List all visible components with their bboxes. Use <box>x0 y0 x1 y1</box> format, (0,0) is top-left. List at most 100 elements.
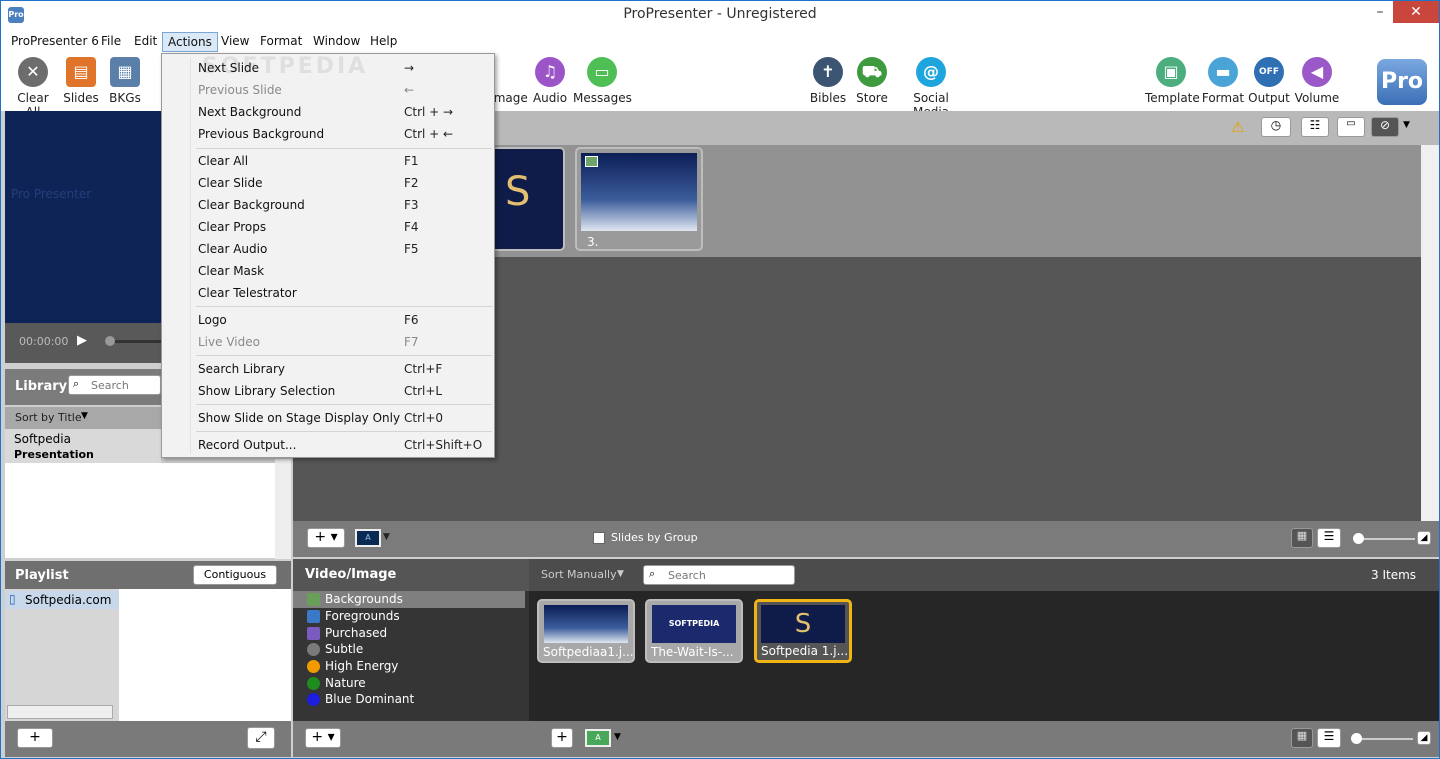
slides-scrollbar[interactable] <box>1421 145 1439 521</box>
menu-item-previous-background[interactable]: Previous Background Ctrl + ← <box>198 125 488 143</box>
resize-icon[interactable]: ◢ <box>1417 531 1431 545</box>
list-view-icon[interactable]: ☰ <box>1317 728 1341 748</box>
menu-item-clear-all[interactable]: Clear All F1 <box>198 152 488 170</box>
menu-item-logo[interactable]: Logo F6 <box>198 311 488 329</box>
menu-item-clear-mask[interactable]: Clear Mask <box>198 262 488 280</box>
library-item[interactable]: Softpedia Presentation <box>5 429 161 463</box>
menu-item-clear-props[interactable]: Clear Props F4 <box>198 218 488 236</box>
media-search-input[interactable]: ⌕ Search <box>643 565 795 585</box>
category-foregrounds[interactable]: Foregrounds <box>293 608 525 625</box>
output-button[interactable]: OFF Output <box>1247 57 1291 105</box>
menu-item-next-background[interactable]: Next Background Ctrl + → <box>198 103 488 121</box>
zoom-slider[interactable] <box>1357 538 1415 540</box>
media-zoom-slider[interactable] <box>1355 738 1413 740</box>
library-sort-bar[interactable]: Sort by Title ▼ <box>5 407 161 429</box>
library-scrollbar[interactable] <box>275 459 291 559</box>
clock-icon[interactable]: ◷ <box>1261 117 1291 137</box>
category-high-energy[interactable]: High Energy <box>293 658 525 675</box>
add-slide-button[interactable]: + ▾ <box>307 528 345 548</box>
close-button[interactable]: ✕ <box>1393 1 1439 23</box>
add-media-button[interactable]: + <box>551 728 573 748</box>
library-list <box>5 463 291 558</box>
add-category-button[interactable]: + ▾ <box>305 728 341 748</box>
menu-file[interactable]: File <box>96 32 126 52</box>
stage-display-icon[interactable]: ▭ <box>1337 117 1365 137</box>
category-blue-dominant[interactable]: Blue Dominant <box>293 691 525 708</box>
menu-item-clear-slide[interactable]: Clear Slide F2 <box>198 174 488 192</box>
media-thumb[interactable]: Softpediaa1.j... <box>537 599 635 663</box>
menu-actions[interactable]: Actions <box>162 32 218 52</box>
library-sort[interactable]: Sort by Title <box>15 411 82 424</box>
grid-view-icon[interactable]: ▦ <box>1291 528 1313 548</box>
playlist-hscrollbar[interactable] <box>7 705 113 719</box>
menu-format[interactable]: Format <box>255 32 307 52</box>
category-subtle[interactable]: Subtle <box>293 641 525 658</box>
media-count: 3 Items <box>1371 568 1417 582</box>
social-media-button[interactable]: @ Social Media <box>895 57 967 119</box>
library-search-placeholder: Search <box>91 379 129 392</box>
slides-by-group-checkbox[interactable] <box>593 532 605 544</box>
format-button[interactable]: ▬ Format <box>1201 57 1245 105</box>
messages-button[interactable]: ▭ Messages <box>573 57 632 105</box>
playlist-title: Playlist <box>15 568 69 583</box>
clear-all-button[interactable]: ✕ Clear All <box>9 57 57 119</box>
menu-help[interactable]: Help <box>365 32 402 52</box>
menu-item-clear-telestrator[interactable]: Clear Telestrator <box>198 284 488 302</box>
window-title: ProPresenter - Unregistered <box>623 6 817 22</box>
audio-button[interactable]: ♫ Audio <box>531 57 569 105</box>
media-thumb-selected[interactable]: S Softpedia 1.j... <box>754 599 852 663</box>
image-button[interactable]: Image <box>489 57 529 105</box>
list-view-icon[interactable]: ☰ <box>1317 528 1341 548</box>
clear-bkgs-button[interactable]: ▦ BKGs <box>105 57 145 105</box>
menu-edit[interactable]: Edit <box>129 32 162 52</box>
menu-item-record-output[interactable]: Record Output... Ctrl+Shift+O <box>198 436 488 454</box>
clear-bkgs-icon: ▦ <box>110 57 140 87</box>
store-button[interactable]: ⛟ Store <box>853 57 891 105</box>
menu-item-clear-background[interactable]: Clear Background F3 <box>198 196 488 214</box>
template-button[interactable]: ▣ Template <box>1145 57 1200 105</box>
media-sort[interactable]: Sort Manually <box>541 568 617 581</box>
menu-item-show-slide-stage[interactable]: Show Slide on Stage Display Only Ctrl+0 <box>198 409 488 427</box>
category-nature[interactable]: Nature <box>293 675 525 692</box>
contiguous-button[interactable]: Contiguous <box>193 565 277 585</box>
minimize-button[interactable]: – <box>1365 1 1395 23</box>
grid-view-icon[interactable]: ▦ <box>1291 728 1313 748</box>
bibles-button[interactable]: ✝ Bibles <box>809 57 847 105</box>
output-icon: OFF <box>1254 57 1284 87</box>
slide-thumb[interactable]: 3. <box>575 147 703 251</box>
scrub-handle[interactable] <box>105 336 115 346</box>
chevron-down-icon: ▼ <box>617 569 624 579</box>
hierarchy-icon[interactable]: ☷ <box>1301 117 1329 137</box>
add-playlist-button[interactable]: + <box>17 728 53 748</box>
menu-item-previous-slide: Previous Slide ← <box>198 83 415 97</box>
volume-button[interactable]: ◀ Volume <box>1293 57 1341 105</box>
category-backgrounds[interactable]: Backgrounds <box>293 591 525 608</box>
menu-item-show-library-selection[interactable]: Show Library Selection Ctrl+L <box>198 382 488 400</box>
menu-window[interactable]: Window <box>308 32 365 52</box>
document-icon: ▯ <box>9 592 16 606</box>
resize-icon[interactable]: ◢ <box>1417 731 1431 745</box>
clear-slides-button[interactable]: ▤ Slides <box>61 57 101 105</box>
messages-icon: ▭ <box>587 57 617 87</box>
media-zoom-handle[interactable] <box>1351 733 1362 744</box>
warning-icon[interactable]: ⚠ <box>1231 118 1244 136</box>
menu-item-search-library[interactable]: Search Library Ctrl+F <box>198 360 488 378</box>
library-search-input[interactable]: ⌕ Search <box>68 375 161 395</box>
category-purchased[interactable]: Purchased <box>293 625 525 642</box>
media-thumb[interactable]: SOFTPEDIA The-Wait-Is-... <box>645 599 743 663</box>
playlist-item[interactable]: ▯ Softpedia.com <box>5 591 119 609</box>
library-item-title: Softpedia <box>14 432 71 446</box>
chevron-down-icon: ▼ <box>383 532 390 542</box>
bibles-icon: ✝ <box>813 57 843 87</box>
zoom-handle[interactable] <box>1353 533 1364 544</box>
menu-item-clear-audio[interactable]: Clear Audio F5 <box>198 240 488 258</box>
theme-icon[interactable]: A <box>355 529 381 547</box>
menu-propresenter[interactable]: ProPresenter 6 <box>6 32 104 52</box>
play-icon[interactable]: ▶ <box>77 333 87 348</box>
slide-thumb[interactable]: S <box>483 147 565 251</box>
disable-icon[interactable]: ⊘ <box>1371 117 1399 137</box>
volume-icon: ◀ <box>1302 57 1332 87</box>
menu-view[interactable]: View <box>216 32 254 52</box>
expand-icon[interactable]: ⤢ <box>247 727 275 749</box>
media-theme-icon[interactable]: A <box>585 729 611 747</box>
